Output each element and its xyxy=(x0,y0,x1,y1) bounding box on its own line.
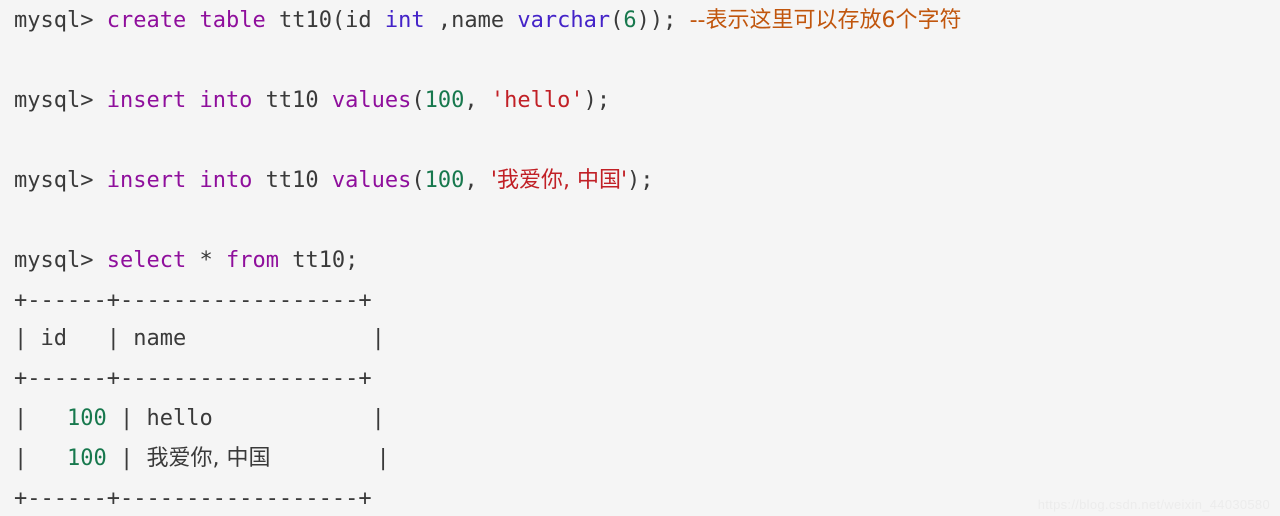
value-separator: , xyxy=(464,88,491,113)
table-cell-divider: | xyxy=(67,326,134,351)
table-cell-suffix: | xyxy=(212,406,385,431)
column-name-name: ,name xyxy=(424,8,518,33)
terminal-line-insert-hello: mysql> insert into tt10 values(100, 'hel… xyxy=(14,88,610,114)
keyword-create: create xyxy=(106,8,187,33)
keyword-insert-into: insert into xyxy=(106,88,253,113)
column-header-id: id xyxy=(40,326,68,351)
keyword-table: table xyxy=(199,8,266,33)
mysql-terminal-output: mysql> create table tt10(id int ,name va… xyxy=(0,0,1280,516)
cell-id-value: 100 xyxy=(66,446,107,471)
result-table-border-mid: +------+------------------+ xyxy=(14,366,372,391)
table-cell-suffix: | xyxy=(186,326,385,351)
value-name-string-cjk: '我爱你, 中国' xyxy=(490,168,627,193)
keyword-insert-into: insert into xyxy=(106,168,253,193)
keyword-values: values xyxy=(331,168,412,193)
result-table-header-row: | id | name | xyxy=(14,326,385,352)
paren-close-semicolon: )); xyxy=(636,8,677,33)
csdn-blog-watermark: https://blog.csdn.net/weixin_44030580 xyxy=(1037,497,1270,512)
paren-close-semicolon: ); xyxy=(627,168,654,193)
sql-comment: --表示这里可以存放6个字符 xyxy=(689,8,962,33)
table-cell-prefix: | xyxy=(14,446,67,471)
table-name-target: tt10 xyxy=(252,168,332,193)
value-name-string: 'hello' xyxy=(490,88,584,113)
table-row: | 100 | hello | xyxy=(14,406,385,432)
keyword-from: from xyxy=(225,248,279,273)
paren-open: ( xyxy=(610,8,624,33)
mysql-prompt: mysql> xyxy=(14,168,94,193)
table-cell-divider: | xyxy=(106,446,147,471)
result-table-border-top: +------+------------------+ xyxy=(14,288,372,313)
table-cell-prefix: | xyxy=(14,406,67,431)
cell-name-value-cjk: 我爱你, 中国 xyxy=(146,446,271,471)
type-varchar: varchar xyxy=(517,8,611,33)
cell-name-value: hello xyxy=(146,406,213,431)
terminal-line-insert-chinese: mysql> insert into tt10 values(100, '我爱你… xyxy=(14,168,654,194)
terminal-line-select: mysql> select * from tt10; xyxy=(14,248,358,274)
column-header-name: name xyxy=(133,326,187,351)
paren-close-semicolon: ); xyxy=(583,88,611,113)
cell-id-value: 100 xyxy=(66,406,107,431)
table-name-source: tt10; xyxy=(278,248,359,273)
table-name-target: tt10 xyxy=(252,88,332,113)
terminal-line-create-table: mysql> create table tt10(id int ,name va… xyxy=(14,8,961,34)
paren-open: ( xyxy=(411,88,425,113)
table-cell-divider: | xyxy=(106,406,147,431)
table-name-definition: tt10(id xyxy=(278,8,372,33)
type-int: int xyxy=(384,8,425,33)
table-cell-suffix: | xyxy=(270,446,390,471)
keyword-values: values xyxy=(331,88,412,113)
varchar-length: 6 xyxy=(623,8,637,33)
value-id: 100 xyxy=(424,88,465,113)
table-row: | 100 | 我爱你, 中国 | xyxy=(14,446,390,472)
mysql-prompt: mysql> xyxy=(14,88,94,113)
select-star: * xyxy=(186,248,226,273)
result-table-border-bottom: +------+------------------+ xyxy=(14,486,372,511)
mysql-prompt: mysql> xyxy=(14,248,94,273)
keyword-select: select xyxy=(106,248,187,273)
mysql-prompt: mysql> xyxy=(14,8,94,33)
value-separator: , xyxy=(464,168,491,193)
value-id: 100 xyxy=(424,168,465,193)
table-cell-prefix: | xyxy=(14,326,41,351)
paren-open: ( xyxy=(411,168,425,193)
